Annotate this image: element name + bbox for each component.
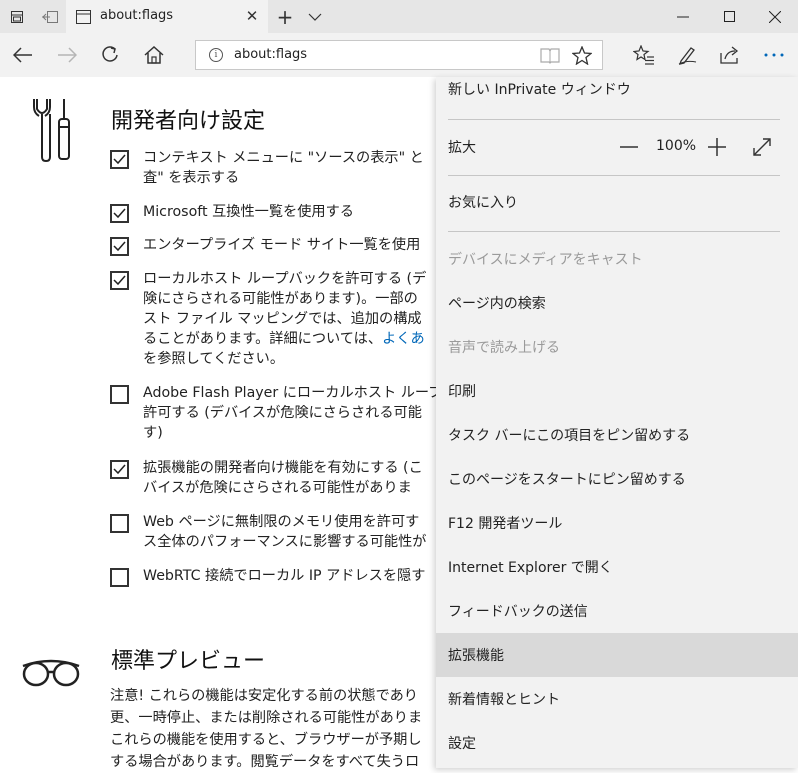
- home-icon[interactable]: [137, 38, 171, 72]
- menu-item-label: 新着情報とヒント: [448, 692, 560, 708]
- tab-preview-chevron-icon[interactable]: [300, 0, 330, 33]
- menu-item-label: デバイスにメディアをキャスト: [448, 252, 643, 268]
- back-arrow-icon[interactable]: [6, 38, 40, 72]
- tab-title: about:flags: [100, 8, 174, 23]
- menu-separator: [448, 231, 780, 232]
- menu-item-label: ページ内の検索: [448, 296, 546, 312]
- option-label: エンタープライズ モード サイト一覧を使用: [143, 237, 421, 253]
- developer-settings-title: 開発者向け設定: [111, 109, 266, 134]
- menu-item-f12-devtools[interactable]: F12 開発者ツール: [436, 501, 798, 545]
- fullscreen-icon[interactable]: [751, 136, 773, 162]
- checkbox-checked[interactable]: [110, 460, 129, 479]
- navigation-bar: i about:flags: [0, 33, 798, 77]
- menu-item-inprivate[interactable]: 新しい InPrivate ウィンドウ: [436, 77, 798, 111]
- menu-item-label: このページをスタートにピン留めする: [448, 472, 686, 488]
- address-bar[interactable]: i about:flags: [195, 40, 603, 70]
- goggles-icon: [20, 652, 82, 696]
- favorite-star-icon[interactable]: [571, 45, 593, 69]
- address-url: about:flags: [234, 47, 308, 62]
- zoom-label: 拡大: [448, 140, 476, 156]
- checkbox-checked[interactable]: [110, 237, 129, 256]
- option-label: コンテキスト メニューに "ソースの表示" と 査" を表示する: [143, 150, 424, 186]
- menu-item-find-on-page[interactable]: ページ内の検索: [436, 281, 798, 325]
- checkbox-checked[interactable]: [110, 204, 129, 223]
- share-icon[interactable]: [713, 38, 747, 72]
- web-note-pen-icon[interactable]: [670, 38, 704, 72]
- menu-separator: [448, 119, 780, 120]
- menu-item-read-aloud: 音声で読み上げる: [436, 325, 798, 369]
- minimize-icon[interactable]: [660, 0, 706, 33]
- tab-about-flags[interactable]: about:flags ✕: [66, 0, 268, 33]
- menu-item-settings[interactable]: 設定: [436, 721, 798, 765]
- checkbox-unchecked[interactable]: [110, 385, 129, 404]
- checkbox-checked[interactable]: [110, 150, 129, 169]
- new-tab-icon[interactable]: +: [270, 0, 300, 33]
- preview-warning-text: 注意! これらの機能は安定化する前の状態であり 更、一時停止、または削除される可…: [110, 688, 423, 770]
- maximize-icon[interactable]: [706, 0, 752, 33]
- menu-item-label: 新しい InPrivate ウィンドウ: [448, 82, 631, 98]
- close-window-icon[interactable]: [752, 0, 798, 33]
- menu-item-pin-start[interactable]: このページをスタートにピン留めする: [436, 457, 798, 501]
- tab-close-icon[interactable]: ✕: [242, 4, 262, 28]
- menu-item-label: 印刷: [448, 384, 476, 400]
- menu-item-label: F12 開発者ツール: [448, 516, 563, 532]
- menu-item-extensions[interactable]: 拡張機能: [436, 633, 798, 677]
- option-label: 拡張機能の開発者向け機能を有効にする (こ バイスが危険にさらされる可能性があり…: [143, 460, 423, 496]
- more-settings-icon[interactable]: [757, 38, 791, 72]
- zoom-value: 100%: [656, 138, 697, 154]
- favorites-hub-icon[interactable]: [627, 38, 661, 72]
- forward-arrow-icon[interactable]: [50, 38, 84, 72]
- reading-view-icon[interactable]: [540, 47, 560, 68]
- menu-item-favorites[interactable]: お気に入り: [436, 180, 798, 224]
- zoom-out-icon[interactable]: [618, 138, 640, 156]
- option-label: Web ページに無制限のメモリ使用を許可す ス全体のパフォーマンスに影響する可能…: [143, 514, 427, 550]
- menu-item-print[interactable]: 印刷: [436, 369, 798, 413]
- set-tabs-aside-icon[interactable]: [33, 0, 66, 33]
- page-icon: [76, 9, 91, 28]
- menu-item-label: タスク バーにこの項目をピン留めする: [448, 428, 691, 444]
- menu-item-feedback[interactable]: フィードバックの送信: [436, 589, 798, 633]
- menu-item-label: Internet Explorer で開く: [448, 560, 613, 576]
- menu-item-label: 拡張機能: [448, 648, 504, 664]
- menu-item-open-ie[interactable]: Internet Explorer で開く: [436, 545, 798, 589]
- zoom-in-icon[interactable]: [706, 136, 728, 162]
- checkbox-unchecked[interactable]: [110, 568, 129, 587]
- title-bar: about:flags ✕ +: [0, 0, 798, 33]
- menu-item-pin-taskbar[interactable]: タスク バーにこの項目をピン留めする: [436, 413, 798, 457]
- option-label: WebRTC 接続でローカル IP アドレスを隠す: [143, 568, 426, 584]
- tab-manager-icon[interactable]: [0, 0, 33, 33]
- checkbox-unchecked[interactable]: [110, 514, 129, 533]
- developer-tools-icon: [32, 97, 76, 167]
- option-label: ローカルホスト ループバックを許可する (デ 険にさらされる可能性があります)。…: [143, 269, 443, 369]
- refresh-icon[interactable]: [93, 38, 127, 72]
- menu-item-cast-media: デバイスにメディアをキャスト: [436, 237, 798, 281]
- menu-item-label: 設定: [448, 736, 476, 752]
- site-info-icon[interactable]: i: [209, 48, 223, 62]
- standard-preview-title: 標準プレビュー: [111, 649, 266, 674]
- settings-menu: 新しい InPrivate ウィンドウ 拡大 100% お気に入り デバイスにメ…: [436, 77, 798, 768]
- menu-item-label: お気に入り: [448, 195, 518, 211]
- checkbox-checked[interactable]: [110, 271, 129, 290]
- menu-item-label: 音声で読み上げる: [448, 340, 560, 356]
- menu-separator: [448, 175, 780, 176]
- menu-item-label: フィードバックの送信: [448, 604, 588, 620]
- menu-item-whats-new[interactable]: 新着情報とヒント: [436, 677, 798, 721]
- menu-item-zoom: 拡大 100%: [436, 125, 798, 169]
- learn-more-link[interactable]: よくあ: [382, 331, 425, 347]
- option-label: Adobe Flash Player にローカルホスト ループ 許可する (デバ…: [143, 385, 443, 441]
- option-text-after: を参照してください。: [143, 351, 285, 367]
- option-label: Microsoft 互換性一覧を使用する: [143, 204, 354, 220]
